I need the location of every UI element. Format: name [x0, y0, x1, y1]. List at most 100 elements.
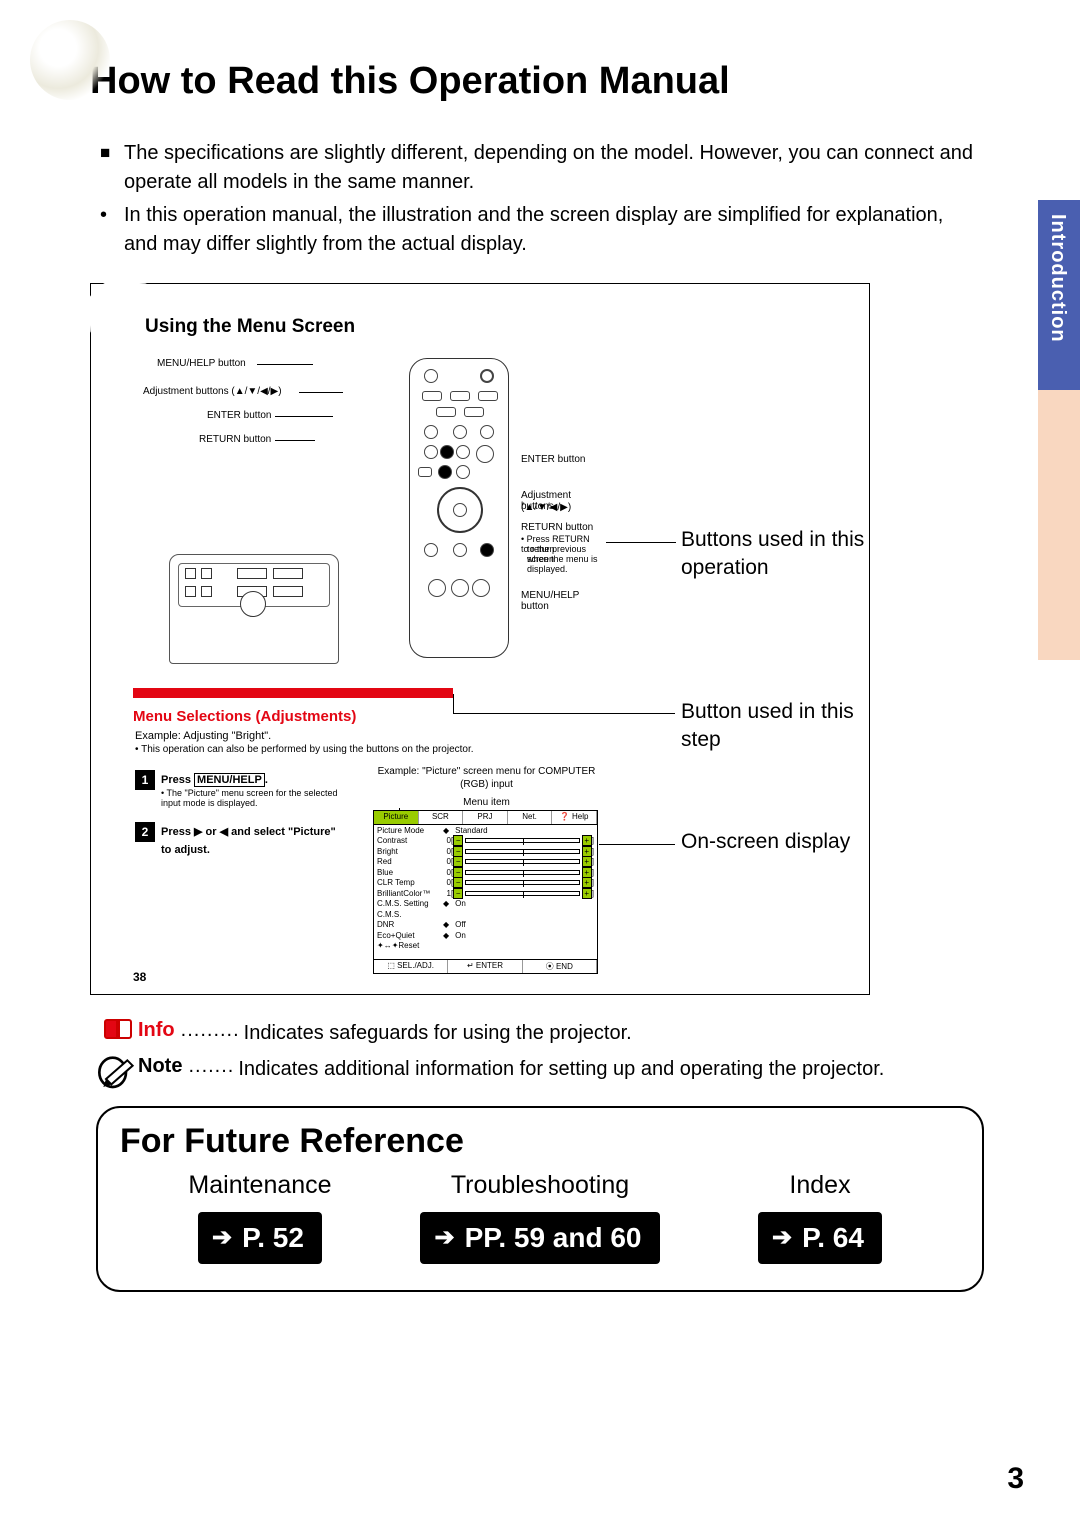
panel-button	[273, 568, 303, 579]
remote-button	[476, 445, 494, 463]
remote-button	[424, 543, 438, 557]
future-col-troubleshooting: Troubleshooting ➔ PP. 59 and 60	[400, 1171, 680, 1264]
info-legend-row: Info ......... Indicates safeguards for …	[98, 1019, 960, 1047]
remote-button	[456, 445, 470, 459]
page-ref-maintenance[interactable]: ➔ P. 52	[198, 1212, 322, 1264]
intro-bullet-2: In this operation manual, the illustrati…	[124, 201, 980, 259]
panel-button	[273, 586, 303, 597]
page-ref-text: PP. 59 and 60	[465, 1222, 642, 1254]
return-hint-3: when the menu is	[527, 554, 598, 564]
arrow-right-icon: ➔	[434, 1223, 454, 1252]
label-enter-r: ENTER button	[521, 454, 585, 465]
osd-row: Picture Mode◆Standard	[374, 825, 597, 836]
remote-button	[418, 467, 432, 477]
osd-row: Blue0[−+]	[374, 867, 597, 878]
osd-menu-item-label: Menu item	[374, 797, 599, 808]
label-return-r: RETURN button	[521, 522, 593, 533]
leader-line	[257, 364, 313, 365]
section-tab: Introduction	[1038, 200, 1080, 660]
diagram-box: Using the Menu Screen MENU/HELP button A…	[90, 283, 870, 995]
osd-footer-end: ⦿ END	[523, 960, 597, 973]
osd-mock: Example: "Picture" screen menu for COMPU…	[373, 810, 598, 974]
future-label: Troubleshooting	[400, 1171, 680, 1200]
panel-button	[201, 568, 212, 579]
leader-line	[299, 392, 343, 393]
note-dots: .......	[188, 1055, 234, 1078]
step-number: 2	[135, 822, 155, 842]
osd-row: DNR◆Off	[374, 920, 597, 931]
remote-button	[456, 465, 470, 479]
example-sub: • This operation can also be performed b…	[135, 744, 474, 755]
remote-button	[436, 407, 456, 417]
annotation-line	[453, 713, 675, 714]
osd-footer-enter: ↵ ENTER	[448, 960, 522, 973]
label-adj-buttons: Adjustment buttons (▲/▼/◀/▶)	[143, 386, 282, 397]
osd-tab: ❓ Help	[552, 811, 597, 824]
osd-tab: Picture	[374, 811, 419, 824]
arrow-right-icon: ➔	[212, 1223, 232, 1252]
remote-button	[472, 579, 490, 597]
arrow-right-icon: ➔	[772, 1223, 792, 1252]
osd-row: Eco+Quiet◆On	[374, 930, 597, 941]
remote-button	[440, 445, 454, 459]
remote-button	[480, 543, 494, 557]
remote-enter-button	[453, 503, 467, 517]
remote-button	[424, 425, 438, 439]
page-title: How to Read this Operation Manual	[90, 60, 1020, 103]
diagram-title: Using the Menu Screen	[141, 314, 359, 340]
label-enter: ENTER button	[207, 410, 271, 421]
annotation-osd: On-screen display	[681, 828, 850, 856]
page-ref-index[interactable]: ➔ P. 64	[758, 1212, 882, 1264]
section-tab-active: Introduction	[1038, 200, 1080, 390]
panel-button	[185, 568, 196, 579]
page-ref-text: P. 52	[242, 1222, 304, 1254]
pencil-icon	[98, 1055, 138, 1090]
remote-button	[424, 369, 438, 383]
step-number: 1	[135, 770, 155, 790]
osd-tab: SCR	[419, 811, 464, 824]
leader-line	[275, 416, 333, 417]
manual-page: Introduction How to Read this Operation …	[0, 0, 1080, 1532]
remote-diagram-area: MENU/HELP button Adjustment buttons (▲/▼…	[139, 354, 599, 694]
label-return: RETURN button	[199, 434, 271, 445]
future-label: Maintenance	[120, 1171, 400, 1200]
step-1-text: Press MENU/HELP.	[161, 773, 268, 787]
annotation-buttons-used: Buttons used in this operation	[681, 526, 869, 583]
section-tab-label: Introduction	[1046, 214, 1069, 343]
remote-button	[428, 579, 446, 597]
future-title: For Future Reference	[120, 1122, 960, 1161]
remote-button	[451, 579, 469, 597]
remote-button	[480, 425, 494, 439]
osd-row: Red0[−+]	[374, 857, 597, 868]
page-ref-troubleshooting[interactable]: ➔ PP. 59 and 60	[420, 1212, 659, 1264]
note-label: Note	[138, 1055, 182, 1078]
page-ref-text: P. 64	[802, 1222, 864, 1254]
step-1-sub: • The "Picture" menu screen for the sele…	[161, 788, 345, 808]
osd-row: BrilliantColor™1[−+]	[374, 888, 597, 899]
panel-button	[185, 586, 196, 597]
annotation-line	[599, 844, 675, 845]
info-dots: .........	[181, 1019, 240, 1042]
leader-line	[275, 440, 315, 441]
step-2-text: Press ▶ or ◀ and select "Picture" to adj…	[161, 826, 336, 856]
annotation-line	[453, 694, 454, 713]
remote-button	[422, 391, 442, 401]
panel-button	[201, 586, 212, 597]
osd-row: Contrast0[−+]	[374, 836, 597, 847]
osd-lead	[399, 808, 400, 811]
inset-page-number: 38	[133, 970, 146, 984]
square-bullet-icon: ■	[100, 141, 124, 199]
label-menu-help: MENU/HELP button	[157, 358, 246, 369]
remote-button	[480, 369, 494, 383]
annotation-line	[606, 542, 676, 543]
label-adj-dir-r: (▲/▼/◀/▶)	[521, 502, 571, 513]
future-col-index: Index ➔ P. 64	[680, 1171, 960, 1264]
future-reference-box: For Future Reference Maintenance ➔ P. 52…	[96, 1106, 984, 1292]
page-number: 3	[1007, 1462, 1024, 1496]
label-menu-help-r: MENU/HELP button	[521, 590, 599, 612]
osd-tab: Net.	[508, 811, 553, 824]
osd-row: ✦↔✦Reset	[374, 941, 597, 952]
projector-nav-ring	[240, 591, 266, 617]
step-2: 2 Press ▶ or ◀ and select "Picture" to a…	[135, 822, 345, 858]
note-text: Indicates additional information for set…	[238, 1055, 884, 1083]
